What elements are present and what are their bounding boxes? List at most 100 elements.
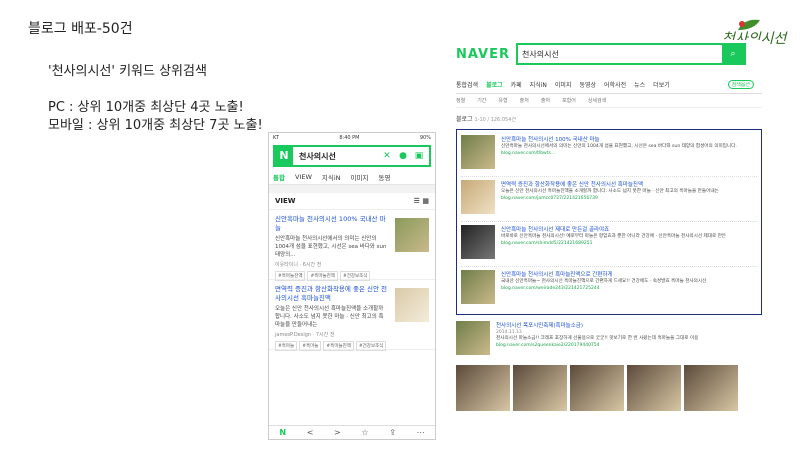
result-title[interactable]: 신안흑마늘 천사의시선 제대로 만든걸 골라야죠 — [501, 225, 757, 233]
home-icon[interactable]: N — [279, 428, 286, 437]
result-title[interactable]: 천사의시선 목포시민축제(흑마늘소금) — [496, 321, 762, 329]
section-label: VIEW — [275, 197, 296, 205]
result-row[interactable]: 천사의시선 목포시민축제(흑마늘소금) 2014.11.13 천사의시선 마늘소… — [456, 321, 762, 361]
result-title[interactable]: 신안흑마늘 천사의시선 흑마늘진액으로 간편하게 — [501, 270, 757, 278]
tag[interactable]: #흑마늘진액 — [323, 341, 354, 351]
result-title[interactable]: 면역력 증진과 항산화작용에 좋은 신안 천사의시선 흑마늘진액 — [501, 180, 757, 188]
result-row[interactable]: 면역력 증진과 항산화작용에 좋은 신안 천사의시선 흑마늘진액 오늘은 신안 … — [461, 177, 757, 222]
result-title[interactable]: 신안흑마늘 천사의시선 100% 국내산 마늘 — [501, 135, 757, 143]
search-input[interactable]: 천사의시선 — [522, 49, 722, 60]
tab-kin[interactable]: 지식iN — [322, 172, 341, 182]
status-time: 8:40 PM — [339, 135, 360, 141]
menu-icon[interactable]: ☰ ▦ — [414, 197, 429, 205]
result-date: 2014.11.13 — [496, 330, 522, 335]
filter-period[interactable]: 기간 — [477, 97, 486, 104]
filter-include[interactable]: 포함어 — [562, 97, 576, 104]
bottom-nav: N < > ☆ ⇪ ⋯ — [269, 425, 435, 439]
filter-detail[interactable]: 상세검색 — [588, 97, 606, 104]
filter-source2[interactable]: 출처 — [541, 97, 550, 104]
highlighted-results: 신안흑마늘 천사의시선 100% 국내산 마늘 신안흑마늘 천사의시선에서의 의… — [456, 129, 762, 315]
image-thumb[interactable] — [684, 365, 738, 411]
thumbnail[interactable] — [395, 288, 429, 322]
result-row[interactable]: 신안흑마늘 천사의시선 제대로 만든걸 골라야죠 바로바로 신안흑마늘 천사의시… — [461, 222, 757, 267]
search-bar[interactable]: 천사의시선 ⌕ — [516, 43, 746, 65]
search-input[interactable]: 천사의시선 — [299, 151, 381, 162]
more-icon[interactable]: ⋯ — [417, 428, 425, 437]
item-title[interactable]: 신안흑마늘 천사의시선 100% 국내산 마늘 — [275, 215, 387, 233]
item-title[interactable]: 면역력 증진과 항산화작용에 좋은 신안 천사의시선 흑마늘진액 — [275, 285, 387, 303]
thumbnail[interactable] — [456, 321, 490, 355]
list-item[interactable]: 면역력 증진과 항산화작용에 좋은 신안 천사의시선 흑마늘진액 오늘은 신안 … — [269, 280, 435, 351]
result-url[interactable]: blog.naver.com/s2queenkaie2/220179440754 — [496, 343, 762, 348]
search-bar[interactable]: N 천사의시선 ✕ ● ▣ — [273, 145, 431, 167]
tab-kin[interactable]: 지식iN — [530, 80, 547, 89]
item-meta: jamesP.Design · 7시간 전 — [275, 332, 335, 338]
filter-sort[interactable]: 정렬 — [456, 97, 465, 104]
forward-icon[interactable]: > — [334, 428, 341, 437]
tab-integrated[interactable]: 통합 — [273, 172, 285, 182]
desktop-screenshot: NAVER 천사의시선 ⌕ 통합검색 블로그 카페 지식iN 이미지 동영상 어… — [456, 40, 762, 440]
desktop-header: NAVER 천사의시선 ⌕ — [456, 40, 762, 68]
share-icon[interactable]: ⇪ — [389, 428, 396, 437]
thumbnail[interactable] — [395, 218, 429, 252]
tab-news[interactable]: 뉴스 — [634, 80, 645, 89]
result-desc: 바로바로 신안흑마늘 천사의시선! 예로부터 마늘은 항암효과 뿐만 아니라 건… — [501, 234, 727, 239]
section-header: VIEW ☰ ▦ — [269, 193, 435, 210]
mobile-screenshot: KT 8:40 PM 90% N 천사의시선 ✕ ● ▣ 통합 VIEW 지식i… — [268, 132, 436, 440]
tag[interactable]: #흑마늘 — [275, 341, 298, 351]
filter-type[interactable]: 유형 — [498, 97, 507, 104]
thumbnail[interactable] — [461, 135, 495, 169]
result-desc: 국내산 신안흑마늘~ 천사의시선 흑마늘진액으로 간편하게 드세요!! 건강에도… — [501, 279, 707, 284]
tab-dictionary[interactable]: 어학사전 — [604, 80, 626, 89]
tab-more[interactable]: 더보기 — [653, 80, 670, 89]
result-row[interactable]: 신안흑마늘 천사의시선 100% 국내산 마늘 신안흑마늘 천사의시선에서의 의… — [461, 132, 757, 177]
tag[interactable]: #건강보조식 — [355, 341, 387, 351]
image-thumb[interactable] — [627, 365, 681, 411]
result-url[interactable]: blog.naver.com/shimdd5/221421689251 — [501, 241, 757, 246]
thumbnail[interactable] — [461, 180, 495, 214]
naver-logo[interactable]: NAVER — [456, 47, 516, 62]
tab-view[interactable]: VIEW — [295, 173, 312, 181]
back-icon[interactable]: < — [307, 428, 314, 437]
tab-video[interactable]: 동영상 — [579, 80, 596, 89]
tab-video[interactable]: 동영 — [378, 172, 390, 182]
result-url[interactable]: blog.naver.com/tlbwts... — [501, 151, 757, 156]
tab-blog[interactable]: 블로그 — [486, 80, 503, 89]
result-row[interactable]: 신안흑마늘 천사의시선 흑마늘진액으로 간편하게 국내산 신안흑마늘~ 천사의시… — [461, 267, 757, 312]
tab-integrated[interactable]: 통합검색 — [456, 80, 478, 89]
desktop-tabs: 통합검색 블로그 카페 지식iN 이미지 동영상 어학사전 뉴스 더보기 검색옵… — [456, 76, 762, 94]
count-range: 1-10 / 126,054건 — [474, 117, 516, 123]
close-icon[interactable]: ✕ — [381, 150, 393, 162]
search-icon[interactable]: ⌕ — [722, 45, 744, 63]
image-thumb[interactable] — [570, 365, 624, 411]
camera-icon[interactable]: ▣ — [413, 150, 425, 162]
thumbnail[interactable] — [461, 270, 495, 304]
count-label: 블로그 — [456, 116, 473, 123]
thumbnail[interactable] — [461, 225, 495, 259]
image-thumb[interactable] — [513, 365, 567, 411]
filter-source[interactable]: 출처 — [520, 97, 529, 104]
search-option-button[interactable]: 검색옵션 — [727, 80, 754, 89]
battery: 90% — [419, 135, 431, 141]
image-thumb[interactable] — [456, 365, 510, 411]
item-desc: 신안흑마늘 천사의시선에서의 의미는 신안의 1004개 섬을 표현했고, 시선… — [275, 236, 387, 258]
mic-icon[interactable]: ● — [397, 150, 409, 162]
pc-result-line: PC : 상위 10개중 최상단 4곳 노출! — [48, 100, 244, 115]
result-url[interactable]: blog.naver.com/jamcc0727/221421656739 — [501, 196, 757, 201]
naver-logo[interactable]: N — [275, 147, 293, 165]
divider — [269, 185, 435, 193]
result-count: 블로그 1-10 / 126,054건 — [456, 114, 762, 123]
tab-cafe[interactable]: 카페 — [511, 80, 522, 89]
item-desc: 오늘은 신안 천사의시선 흑마늘진액을 소개할까 합니다. 사소도 넘지 못한 … — [275, 306, 384, 328]
tab-image[interactable]: 이미지 — [555, 80, 572, 89]
result-desc: 오늘은 신안 천사의시선 흑마늘진액을 소개할까 합니다. 사소도 넘지 못한 … — [501, 189, 719, 194]
filter-bar: 정렬 기간 유형 출처 출처 포함어 상세검색 — [456, 94, 762, 108]
tag[interactable]: #흑마늘 — [299, 341, 322, 351]
tab-image[interactable]: 이미지 — [351, 172, 369, 182]
list-item[interactable]: 신안흑마늘 천사의시선 100% 국내산 마늘 신안흑마늘 천사의시선에서의 의… — [269, 210, 435, 281]
item-meta: 이웃타이니 · 6시간 전 — [275, 262, 322, 268]
result-desc: 신안흑마늘 천사의시선에서의 의미는 신안의 1004개 섬을 표현했고, 시선… — [501, 144, 737, 149]
result-url[interactable]: blog.naver.com/weirade243/221421725244 — [501, 286, 757, 291]
slide-title: 블로그 배포-50건 — [28, 21, 133, 37]
bookmark-icon[interactable]: ☆ — [361, 428, 368, 437]
